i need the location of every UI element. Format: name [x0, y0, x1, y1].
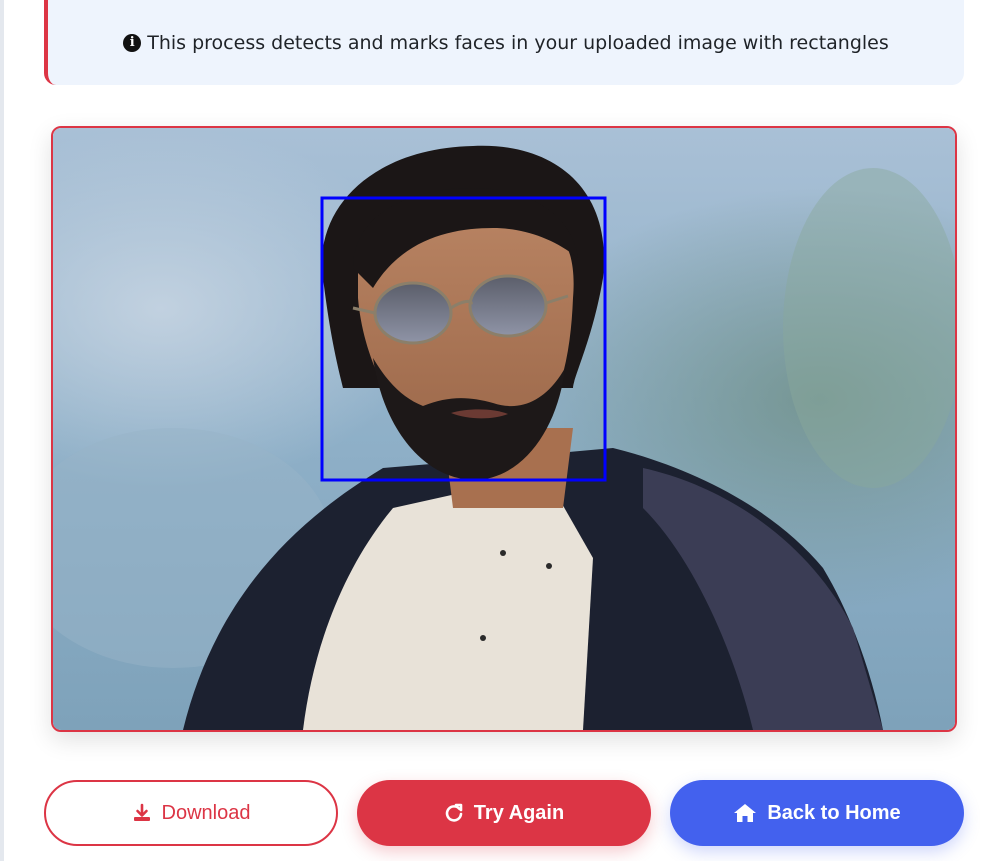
try-again-label: Try Again: [473, 801, 565, 824]
result-image-frame: [51, 126, 957, 732]
download-label: Download: [161, 801, 251, 824]
face-detection-result-page: i This process detects and marks faces i…: [0, 0, 1001, 861]
info-banner: i This process detects and marks faces i…: [44, 0, 964, 85]
home-icon: [734, 804, 757, 822]
result-image: [53, 128, 955, 730]
redo-icon: [445, 803, 463, 822]
try-again-button[interactable]: Try Again: [357, 780, 651, 846]
back-to-home-label: Back to Home: [767, 801, 901, 824]
info-circle-icon: i: [123, 33, 142, 52]
download-button[interactable]: Download: [44, 780, 338, 846]
left-rail: [0, 0, 4, 861]
info-message: i This process detects and marks faces i…: [123, 32, 889, 54]
info-text: This process detects and marks faces in …: [147, 31, 889, 54]
download-icon: [133, 803, 150, 821]
back-to-home-button[interactable]: Back to Home: [670, 780, 964, 846]
